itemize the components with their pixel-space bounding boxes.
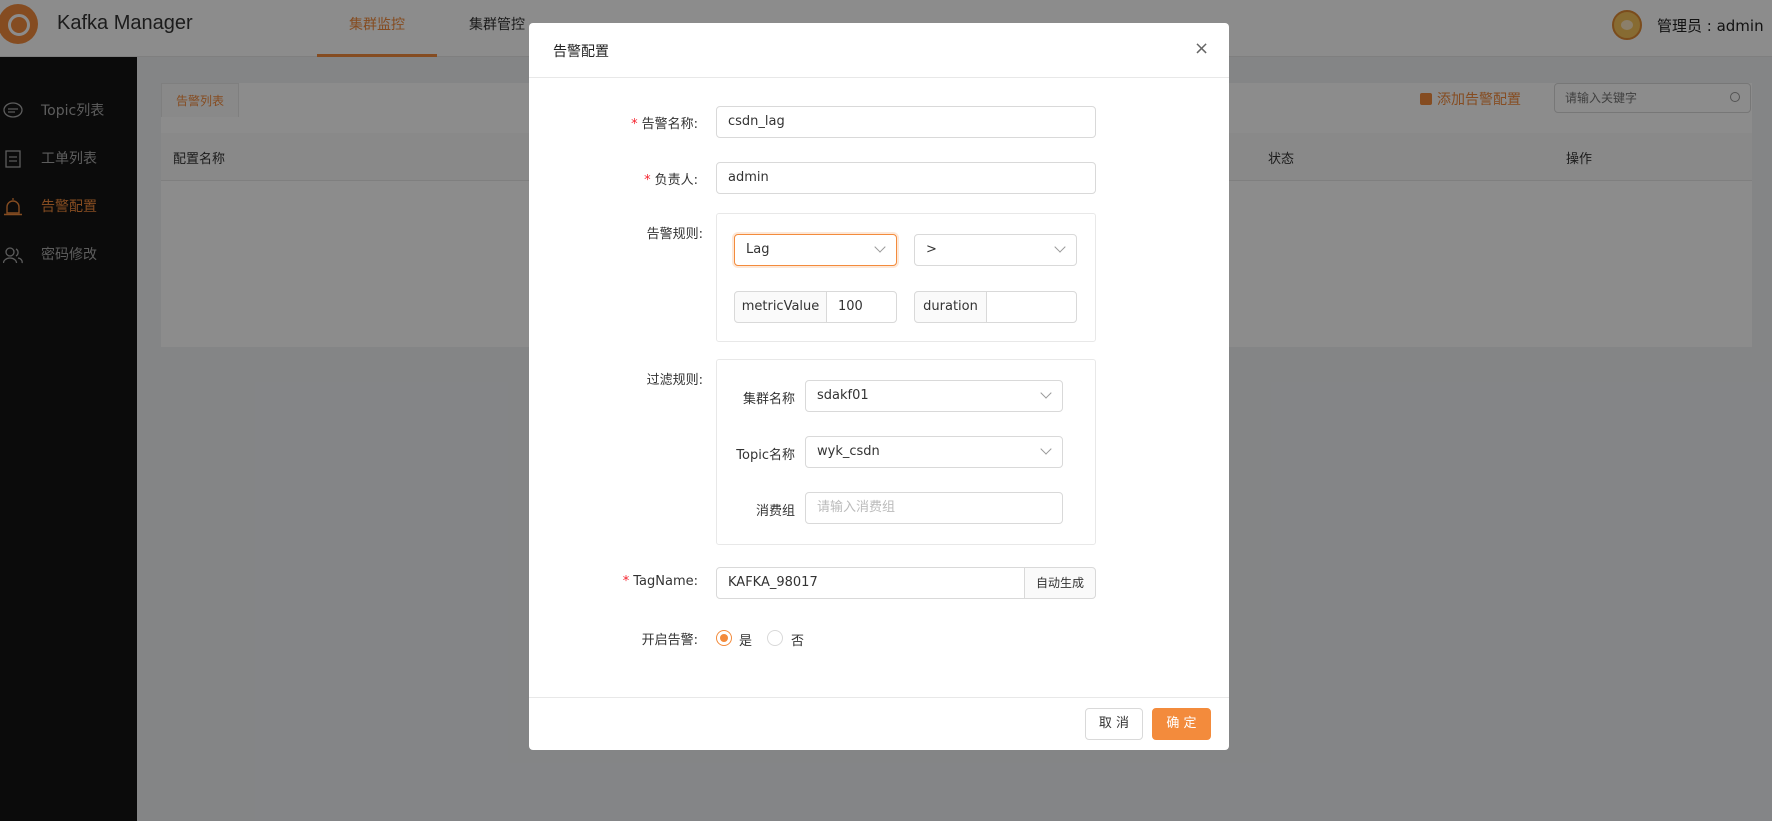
enable-alarm-label: 开启告警: (641, 633, 698, 648)
chevron-down-icon (874, 241, 886, 253)
enable-no-radio[interactable] (767, 630, 783, 646)
tag-name-input[interactable]: KAFKA_98017 (716, 567, 1025, 599)
enable-yes-radio[interactable] (716, 630, 732, 646)
alarm-rule-label: 告警规则: (646, 227, 703, 242)
operator-select[interactable]: > (914, 234, 1077, 266)
enable-yes-label[interactable]: 是 (739, 630, 752, 649)
auto-generate-button[interactable]: 自动生成 (1024, 567, 1096, 599)
topic-name-label: Topic名称 (736, 448, 795, 463)
metric-select[interactable]: Lag (734, 234, 897, 266)
cluster-name-label: 集群名称 (742, 392, 795, 407)
chevron-down-icon (1040, 387, 1052, 399)
owner-label: * 负责人: (644, 173, 698, 188)
modal-header: 告警配置 × (529, 23, 1229, 78)
cancel-button[interactable]: 取 消 (1085, 708, 1143, 740)
consumer-group-input[interactable]: 请输入消费组 (805, 492, 1063, 524)
enable-no-label[interactable]: 否 (791, 630, 804, 649)
cluster-select[interactable]: sdakf01 (805, 380, 1063, 412)
modal-title: 告警配置 (553, 44, 609, 60)
topic-select[interactable]: wyk_csdn (805, 436, 1063, 468)
metric-value-addon: metricValue (734, 291, 827, 323)
alarm-name-label: * 告警名称: (631, 117, 698, 132)
confirm-button[interactable]: 确 定 (1152, 708, 1211, 740)
chevron-down-icon (1040, 443, 1052, 455)
alarm-config-modal: 告警配置 × * 告警名称: csdn_lag * 负责人: admin 告警规则:… (529, 23, 1229, 750)
owner-input[interactable]: admin (716, 162, 1096, 194)
tag-name-label: * TagName: (622, 574, 698, 589)
close-icon[interactable]: × (1194, 38, 1209, 59)
duration-input[interactable] (986, 291, 1077, 323)
chevron-down-icon (1054, 241, 1066, 253)
filter-rule-label: 过滤规则: (646, 373, 703, 388)
consumer-group-label: 消费组 (755, 504, 795, 519)
modal-footer: 取 消 确 定 (529, 697, 1229, 750)
alarm-name-input[interactable]: csdn_lag (716, 106, 1096, 138)
metric-value-input[interactable]: 100 (826, 291, 897, 323)
duration-addon: duration (914, 291, 987, 323)
